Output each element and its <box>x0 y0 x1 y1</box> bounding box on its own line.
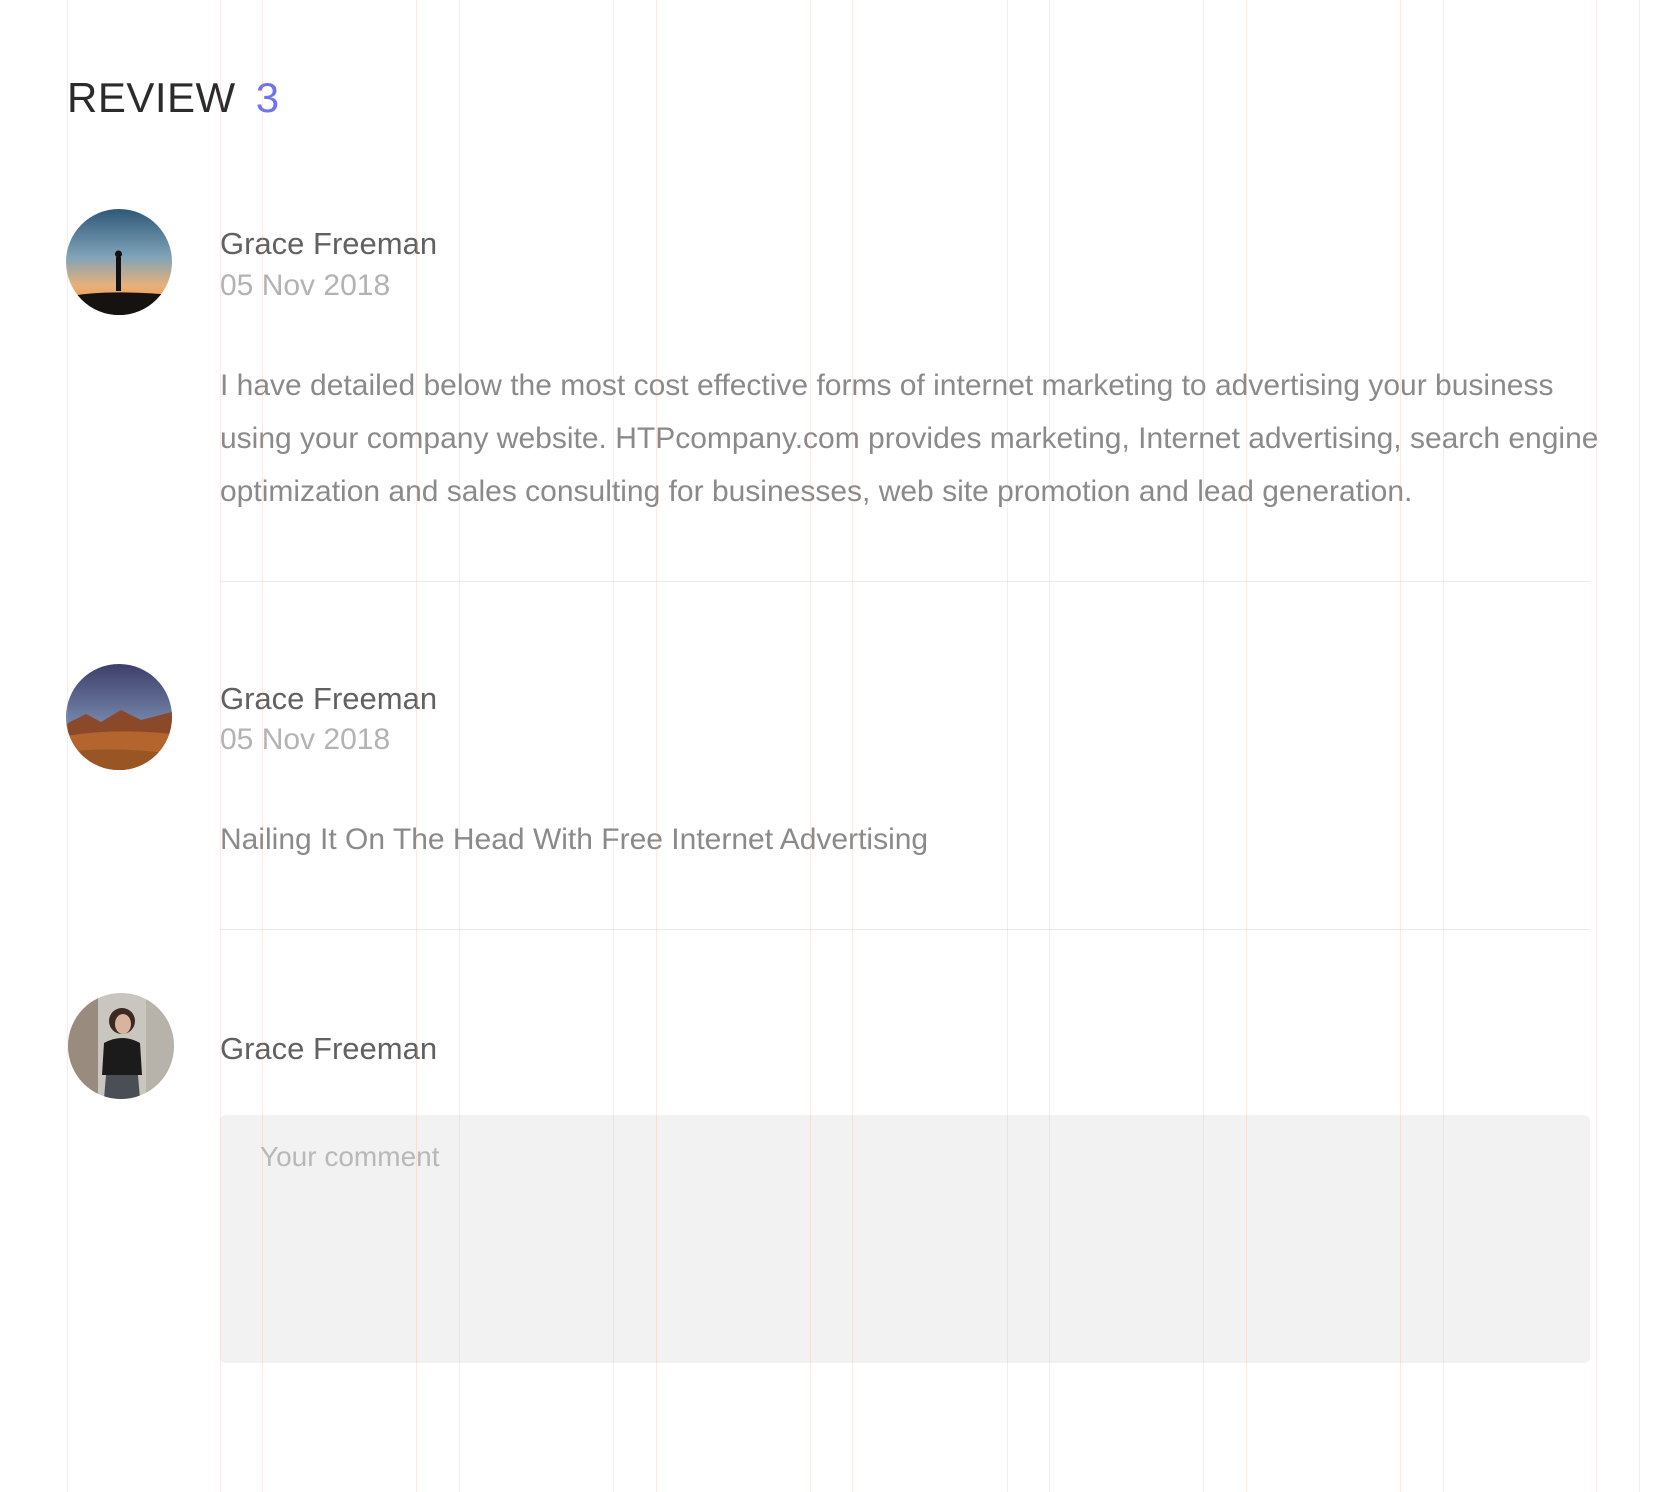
reviewer-name: Grace Freeman <box>220 681 438 716</box>
grid-line <box>1596 0 1597 1492</box>
avatar-photo-silhouette <box>66 209 172 315</box>
reviews-heading-label: REVIEW <box>67 74 236 121</box>
grid-line <box>1639 0 1640 1492</box>
reviews-heading: REVIEW 3 <box>67 72 280 124</box>
review-date: 05 Nov 2018 <box>220 269 391 302</box>
review-text: I have detailed below the most cost effe… <box>220 369 1599 508</box>
avatar[interactable] <box>66 209 172 315</box>
review-divider <box>220 581 1590 582</box>
commenter-name: Grace Freeman <box>220 1031 438 1066</box>
grid-line <box>67 0 68 1492</box>
comment-input[interactable] <box>220 1115 1590 1363</box>
review-divider <box>220 929 1590 930</box>
avatar-photo-desert <box>66 664 172 770</box>
review-date: 05 Nov 2018 <box>220 723 391 756</box>
reviewer-name: Grace Freeman <box>220 226 438 261</box>
avatar[interactable] <box>68 993 174 1099</box>
review-text: Nailing It On The Head With Free Interne… <box>220 823 929 856</box>
avatar[interactable] <box>66 664 172 770</box>
review-count: 3 <box>255 74 280 121</box>
avatar-photo-person <box>68 993 174 1099</box>
